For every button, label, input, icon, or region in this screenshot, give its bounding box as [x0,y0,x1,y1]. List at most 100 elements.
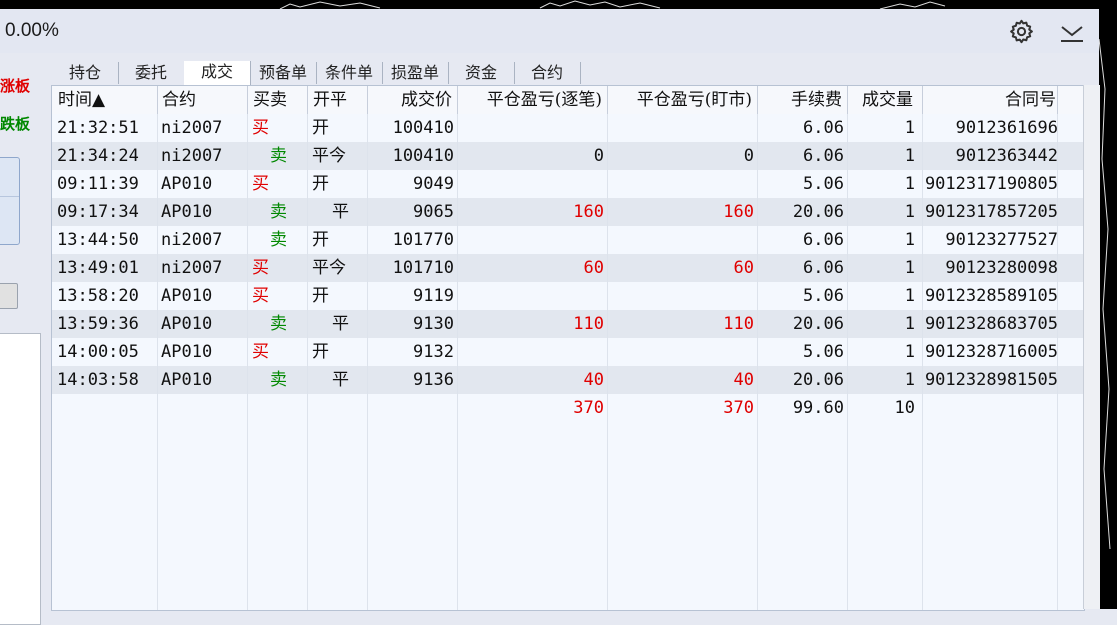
col-price-cell: 101710 [392,258,454,278]
col-pnl-mark-cell: 370 [723,398,754,418]
limit-up-label: 涨板 [0,77,31,95]
col-contract-cell: AP010 [161,314,213,334]
table-row[interactable]: 13:58:20 AP010 买 开 9119 5.06 1 9012328589105 [52,282,1084,310]
tab-trades[interactable]: 成交 [184,61,251,85]
col-pnl-trade-cell: 370 [573,398,604,418]
table-row[interactable]: 09:11:39 AP010 买 开 9049 5.06 1 9012317190805 [52,170,1084,198]
tab-conditional[interactable]: 条件单 [316,62,383,84]
col-price-header[interactable]: 成交价 [368,86,458,114]
col-time-cell: 13:49:01 [57,258,139,278]
table-row[interactable]: 14:00:05 AP010 买 开 9132 5.06 1 9012328716005 [52,338,1084,366]
tab-prepared[interactable]: 预备单 [250,62,317,84]
col-fee-cell: 20.06 [792,202,844,222]
col-pnl-trade-cell: 110 [573,314,604,334]
col-qty-cell: 1 [904,146,915,166]
col-contract-cell: ni2007 [161,230,223,250]
col-contract-cell: AP010 [161,342,213,362]
chevron-down-icon[interactable] [1059,20,1085,44]
col-price-cell: 9132 [413,342,454,362]
col-pnl-trade-cell [458,338,608,366]
order-button[interactable] [0,283,18,309]
col-time-header[interactable]: 时间▲ [52,86,158,114]
grid-line [157,114,158,610]
col-fee-cell: 5.06 [803,342,844,362]
gear-icon[interactable] [1008,18,1035,45]
col-order-no-cell: 9012328981505 [924,370,1058,390]
col-side-cell: 卖 [270,370,287,390]
tab-orders[interactable]: 委托 [118,62,185,84]
col-fee-header[interactable]: 手续费 [758,86,848,114]
col-openclose-cell: 平今 [312,258,346,278]
col-pnl-mark-cell [608,170,758,198]
tab-contracts[interactable]: 合约 [514,62,581,84]
col-side-cell: 买 [252,286,269,306]
col-pnl-mark-cell: 110 [723,314,754,334]
tab-stop-profit[interactable]: 损盈单 [382,62,449,84]
col-pnl-trade-header[interactable]: 平仓盈亏(逐笔) [458,86,608,114]
col-pnl-mark-header[interactable]: 平仓盈亏(盯市) [608,86,758,114]
col-pnl-mark-cell: 0 [743,146,754,166]
grid-line [1057,114,1058,610]
col-openclose-cell: 平 [332,314,349,334]
col-price-cell: 9130 [413,314,454,334]
col-pnl-mark-cell [608,282,758,310]
grid-line [757,114,758,610]
col-contract-cell: ni2007 [161,258,223,278]
col-qty-cell: 1 [904,258,915,278]
col-order-no-header[interactable]: 合同号 [923,86,1058,114]
col-fee-cell: 20.06 [792,370,844,390]
col-qty-cell: 1 [904,314,915,334]
table-row[interactable]: 13:44:50 ni2007 卖 开 101770 6.06 1 90123277527 [52,226,1084,254]
col-fee-cell: 99.60 [792,398,844,418]
tab-funds[interactable]: 资金 [448,62,515,84]
col-side-cell: 卖 [270,202,287,222]
col-price-cell: 100410 [392,146,454,166]
col-fee-cell: 6.06 [803,230,844,250]
col-openclose-header[interactable]: 开平 [308,86,368,114]
col-contract-header[interactable]: 合约 [158,86,248,114]
col-pnl-mark-cell [608,338,758,366]
table-row[interactable]: 13:49:01 ni2007 买 平今 101710 60 60 6.06 1 90123280… [52,254,1084,282]
price-input-box[interactable] [0,157,20,245]
change-percent: 0.00% [5,20,59,41]
trades-table: 时间▲ 合约 买卖 开平 成交价 平仓盈亏(逐笔) 平仓盈亏(盯市) 手续费 成交量 合同号 21… [51,85,1085,611]
col-pnl-trade-cell: 160 [573,202,604,222]
col-side-cell: 买 [252,258,269,278]
col-openclose-cell: 平 [332,370,349,390]
col-pnl-mark-cell [608,226,758,254]
col-openclose-cell: 平 [332,202,349,222]
grid-line [367,114,368,610]
col-price-cell: 9065 [413,202,454,222]
col-order-no-cell: 9012317857205 [924,202,1058,222]
col-order-no-cell: 90123280098 [945,258,1058,278]
col-time-cell: 13:59:36 [57,314,139,334]
scrollbar[interactable] [1083,85,1100,609]
grid-line [457,114,458,610]
col-side-cell: 买 [252,174,269,194]
table-row[interactable]: 09:17:34 AP010 卖 平 9065 160 160 20.06 1 901231785… [52,198,1084,226]
totals-row: 370 370 99.60 10 [52,394,1084,422]
col-contract-cell: AP010 [161,370,213,390]
col-pnl-mark-cell [608,114,758,142]
col-qty-header[interactable]: 成交量 [848,86,923,114]
col-side-cell: 卖 [270,230,287,250]
grid-line [922,114,923,610]
col-contract-cell: ni2007 [161,146,223,166]
col-fee-cell: 6.06 [803,146,844,166]
col-side-header[interactable]: 买卖 [248,86,308,114]
col-fee-cell: 6.06 [803,258,844,278]
col-order-no-cell: 9012361696 [955,118,1058,138]
col-time-cell: 14:03:58 [57,370,139,390]
table-row[interactable]: 21:34:24 ni2007 卖 平今 100410 0 0 6.06 1 9012363442 [52,142,1084,170]
table-row[interactable]: 14:03:58 AP010 卖 平 9136 40 40 20.06 1 90123289815… [52,366,1084,394]
table-row[interactable]: 21:32:51 ni2007 买 开 100410 6.06 1 9012361696 [52,114,1084,142]
grid-line [247,114,248,610]
col-side-cell: 买 [252,118,269,138]
tab-holdings[interactable]: 持仓 [52,62,119,84]
table-row[interactable]: 13:59:36 AP010 卖 平 9130 110 110 20.06 1 901232868… [52,310,1084,338]
col-openclose-cell: 开 [312,286,329,306]
col-side-cell: 买 [252,342,269,362]
quote-panel [0,333,41,625]
col-price-cell: 9119 [413,286,454,306]
col-qty-cell: 1 [904,174,915,194]
